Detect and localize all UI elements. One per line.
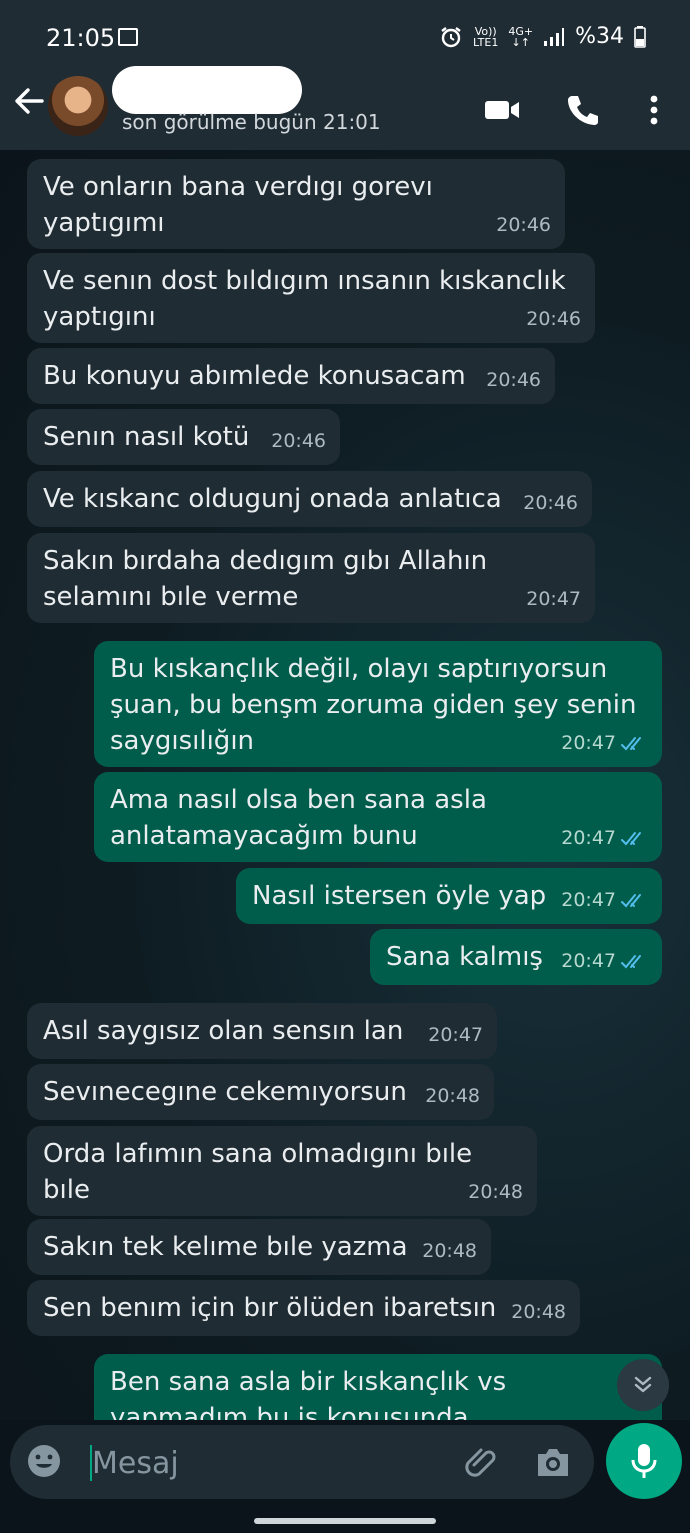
read-receipt-icon <box>621 894 641 908</box>
message-bubble[interactable]: Sakın bırdaha dedıgım gıbı Allahın selam… <box>27 533 595 623</box>
message-bubble[interactable]: Sen benım için bır ölüden ibaretsın 20:4… <box>27 1280 580 1336</box>
message-bubble[interactable]: Ve senın dost bıldıgım ınsanın kıskanclı… <box>27 253 595 343</box>
volte-indicator: Vo)) LTE1 <box>473 24 499 49</box>
message-bubble[interactable]: Ve onların bana verdıgı gorevı yaptıgımı… <box>27 159 565 249</box>
message-time: 20:46 <box>496 214 551 236</box>
contact-name-redacted[interactable] <box>112 66 302 114</box>
back-arrow-icon[interactable] <box>12 84 46 118</box>
message-time: 20:47 <box>428 1024 483 1046</box>
message-time: 20:46 <box>526 308 581 330</box>
message-time: 20:48 <box>422 1240 477 1262</box>
message-bubble[interactable]: Sakın tek kelıme bıle yazma 20:48 <box>27 1219 491 1275</box>
read-receipt-icon <box>621 737 641 751</box>
message-time: 20:46 <box>523 492 578 514</box>
system-navigation-bar <box>0 1508 690 1533</box>
message-meta: 20:47 <box>561 943 648 979</box>
home-gesture-handle[interactable] <box>254 1518 436 1524</box>
message-list[interactable]: Ve onların bana verdıgı gorevı yaptıgımı… <box>0 150 690 1420</box>
message-meta: 20:47 <box>561 820 648 856</box>
contact-avatar[interactable] <box>48 76 108 136</box>
message-time: 20:46 <box>271 430 326 452</box>
message-bubble[interactable]: Ama nasıl olsa ben sana asla anlatamayac… <box>94 772 662 862</box>
message-time: 20:47 <box>526 588 581 610</box>
status-bar: 21:05 Vo)) LTE1 4G+ ↓↑ %34 <box>0 0 690 70</box>
signal-strength-icon <box>544 27 565 46</box>
gallery-notification-icon <box>118 28 138 46</box>
voice-message-button[interactable] <box>606 1423 682 1499</box>
message-bubble[interactable]: Ben sana asla bir kıskançlık vs yapmadım… <box>94 1354 662 1420</box>
message-input[interactable] <box>90 1441 454 1485</box>
chat-header: son görülme bugün 21:01 <box>0 66 690 150</box>
message-time: 20:47 <box>561 950 616 972</box>
message-bubble[interactable]: Sevınecegıne cekemıyorsun 20:48 <box>27 1064 494 1120</box>
message-meta: 20:47 <box>561 725 648 761</box>
message-time: 20:48 <box>468 1181 523 1203</box>
read-receipt-icon <box>621 832 641 846</box>
read-receipt-icon <box>621 955 641 969</box>
status-icons: Vo)) LTE1 4G+ ↓↑ %34 <box>439 24 646 49</box>
camera-icon[interactable] <box>534 1445 572 1479</box>
network-type-indicator: 4G+ ↓↑ <box>508 24 534 49</box>
emoji-icon[interactable] <box>26 1443 62 1479</box>
alarm-icon <box>441 26 461 47</box>
message-bubble[interactable]: Sana kalmış 20:47 <box>370 929 662 985</box>
message-time: 20:48 <box>425 1085 480 1107</box>
video-call-icon[interactable] <box>482 90 522 130</box>
message-bubble[interactable]: Orda lafımın sana olmadıgını bıle bıle 2… <box>27 1126 537 1216</box>
message-meta: 20:47 <box>561 882 648 918</box>
message-composer <box>10 1425 594 1499</box>
scroll-to-bottom-button[interactable] <box>617 1359 669 1411</box>
message-time: 20:47 <box>561 732 616 754</box>
battery-percent: %34 <box>575 24 624 49</box>
message-bubble[interactable]: Bu konuyu abımlede konusacam 20:46 <box>27 348 555 404</box>
voice-call-icon[interactable] <box>562 90 602 130</box>
message-bubble[interactable]: Senın nasıl kotü 20:46 <box>27 409 340 465</box>
message-time: 20:47 <box>561 889 616 911</box>
message-bubble[interactable]: Nasıl istersen öyle yap 20:47 <box>236 868 662 924</box>
message-bubble[interactable]: Asıl saygısız olan sensın lan 20:47 <box>27 1003 497 1059</box>
message-time: 20:46 <box>486 369 541 391</box>
battery-icon <box>634 25 646 48</box>
message-bubble[interactable]: Ve kıskanc oldugunj onada anlatıca 20:46 <box>27 471 592 527</box>
more-options-icon[interactable] <box>634 90 674 130</box>
message-bubble[interactable]: Bu kıskançlık değil, olayı saptırıyorsun… <box>94 641 662 767</box>
status-time: 21:05 <box>46 24 116 52</box>
last-seen-status[interactable]: son görülme bugün 21:01 <box>122 110 381 134</box>
attachment-paperclip-icon[interactable] <box>462 1443 500 1481</box>
microphone-icon <box>631 1444 657 1478</box>
double-chevron-down-icon <box>634 1376 652 1393</box>
message-time: 20:47 <box>561 827 616 849</box>
message-time: 20:48 <box>511 1301 566 1323</box>
